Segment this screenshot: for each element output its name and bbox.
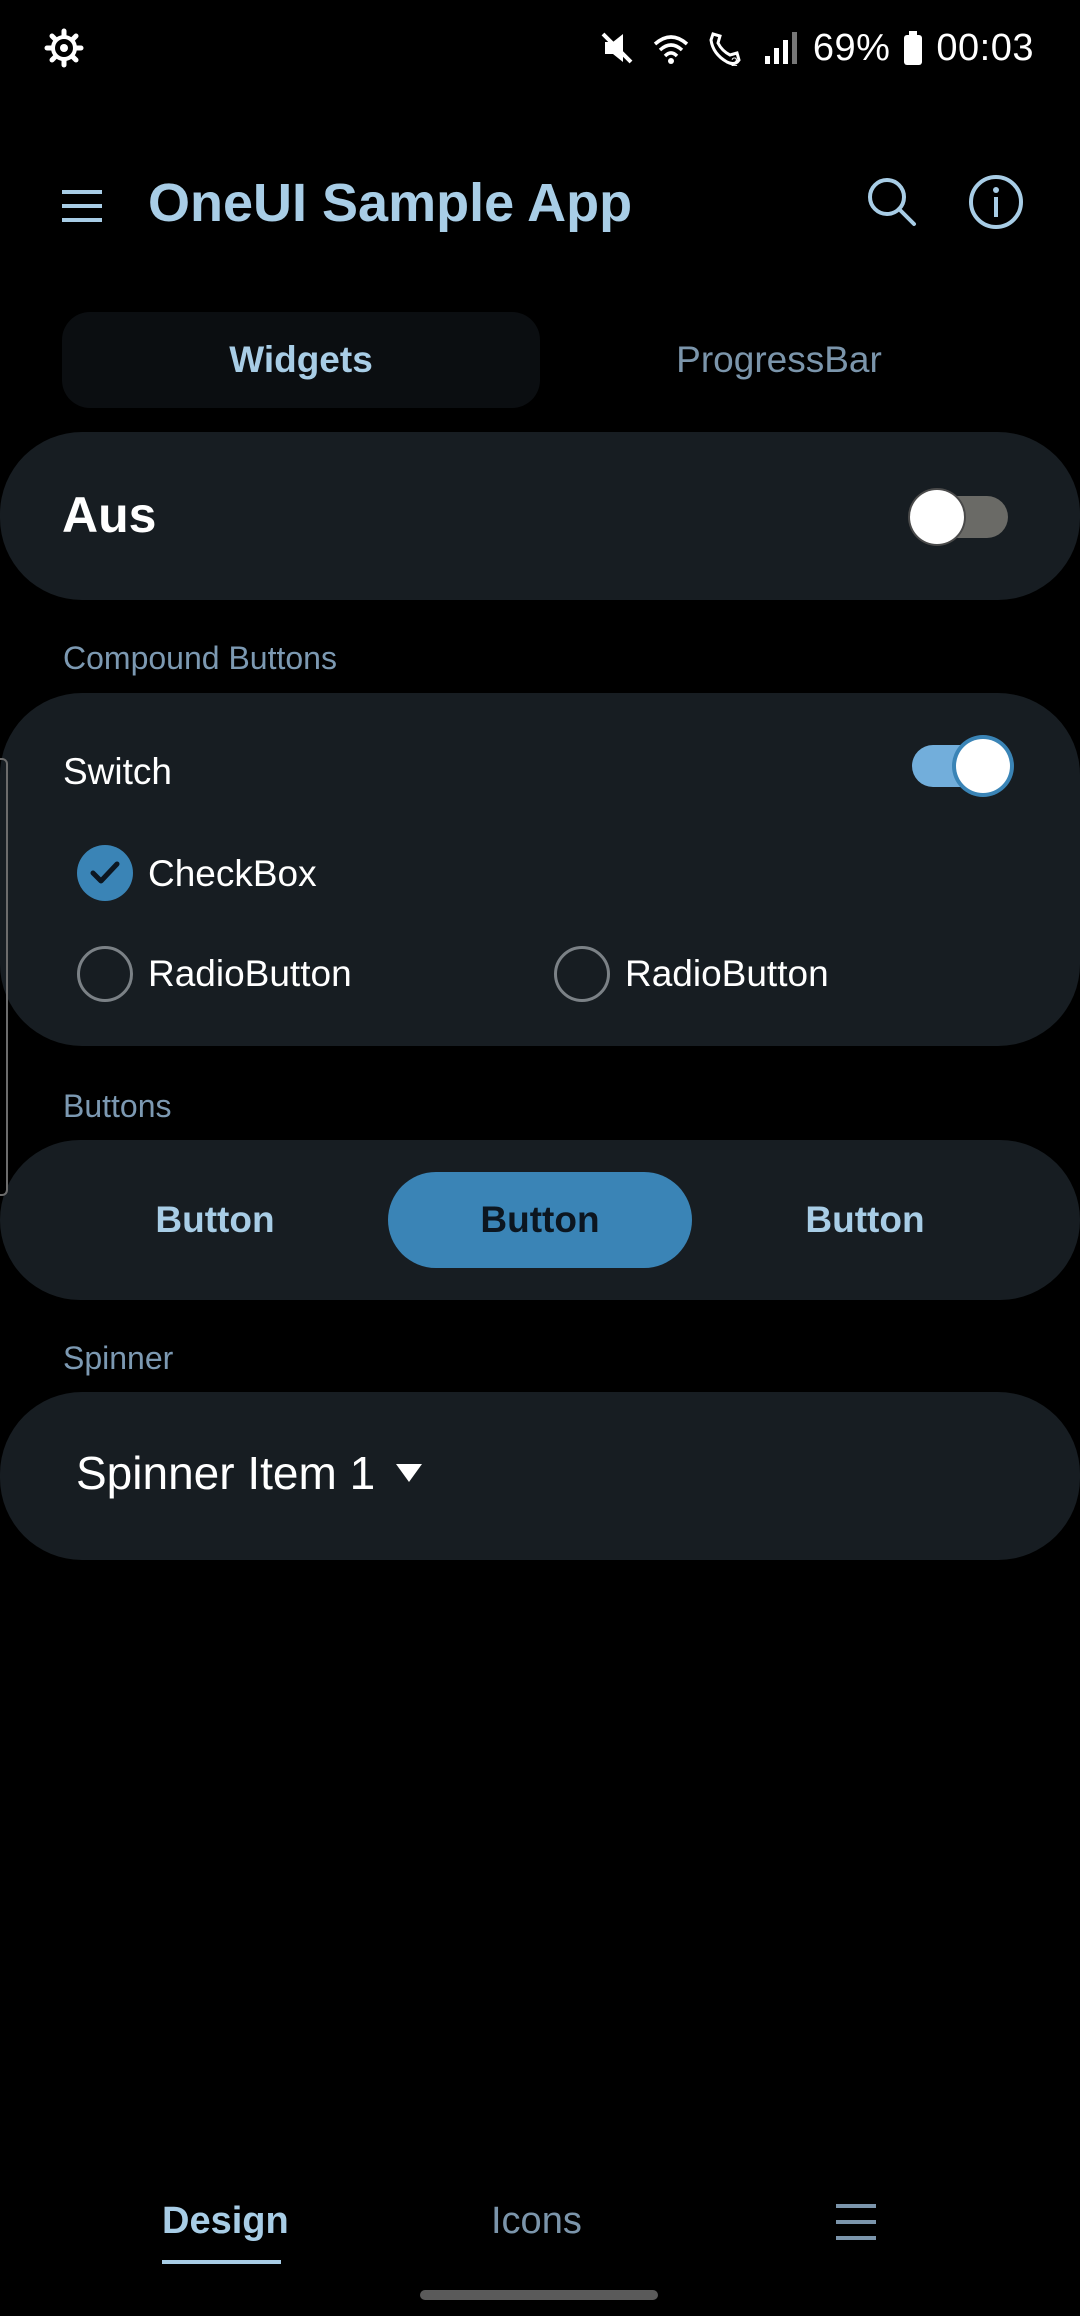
radio-label-1[interactable]: RadioButton (148, 953, 352, 995)
clock: 00:03 (936, 26, 1034, 69)
filled-button[interactable]: Button (388, 1172, 692, 1268)
dropdown-arrow-icon[interactable] (396, 1464, 422, 1484)
settings-gear-icon (44, 28, 84, 68)
home-indicator[interactable] (420, 2290, 658, 2300)
search-icon[interactable] (862, 172, 922, 232)
section-title-buttons: Buttons (63, 1088, 172, 1124)
switch-label: Switch (63, 751, 172, 792)
tab-bar: Widgets ProgressBar (62, 312, 1018, 408)
tab-progressbar[interactable]: ProgressBar (540, 312, 1018, 408)
svg-text:2: 2 (731, 55, 738, 68)
nav-item-design[interactable]: Design (162, 2200, 289, 2243)
tab-widgets[interactable]: Widgets (62, 312, 540, 408)
battery-percent: 69% (812, 26, 891, 69)
buttons-card: Button Button Button (0, 1140, 1080, 1300)
signal-icon (764, 32, 797, 64)
nav-menu-icon[interactable] (834, 2200, 880, 2246)
switch-thumb (910, 490, 964, 544)
bottom-navigation: Design Icons (0, 2200, 1080, 2280)
radio-button-1[interactable] (77, 946, 133, 1002)
checkbox-label[interactable]: CheckBox (148, 853, 317, 895)
master-switch[interactable] (910, 490, 1008, 544)
radio-label-2[interactable]: RadioButton (625, 953, 829, 995)
wifi-icon (653, 35, 688, 64)
wifi-calling-icon: 2 (709, 32, 741, 68)
spinner-selected-value[interactable]: Spinner Item 1 (76, 1446, 375, 1500)
master-switch-label: Aus (62, 487, 157, 543)
nav-item-icons[interactable]: Icons (491, 2200, 582, 2243)
text-button-2[interactable]: Button (745, 1172, 985, 1268)
mute-icon (601, 32, 633, 64)
page-title: OneUI Sample App (148, 173, 633, 233)
master-switch-card[interactable]: Aus (0, 432, 1080, 600)
check-icon (90, 861, 120, 884)
info-icon[interactable] (966, 172, 1026, 232)
edge-panel-handle[interactable] (0, 758, 8, 1196)
app-bar: OneUI Sample App (0, 150, 1080, 260)
checkbox[interactable] (77, 845, 133, 901)
text-button-1[interactable]: Button (95, 1172, 335, 1268)
spinner-card: Spinner Item 1 (0, 1392, 1080, 1560)
radio-button-2[interactable] (554, 946, 610, 1002)
section-title-compound: Compound Buttons (63, 640, 337, 676)
battery-icon (904, 31, 923, 65)
menu-icon[interactable] (56, 180, 112, 232)
switch-thumb (956, 739, 1010, 793)
compound-buttons-card: Switch CheckBox RadioButton RadioButton (0, 693, 1080, 1046)
compound-switch[interactable] (912, 739, 1010, 793)
status-bar: 2 69% 00:03 (0, 0, 1080, 96)
section-title-spinner: Spinner (63, 1340, 174, 1376)
nav-selected-indicator (162, 2260, 281, 2264)
